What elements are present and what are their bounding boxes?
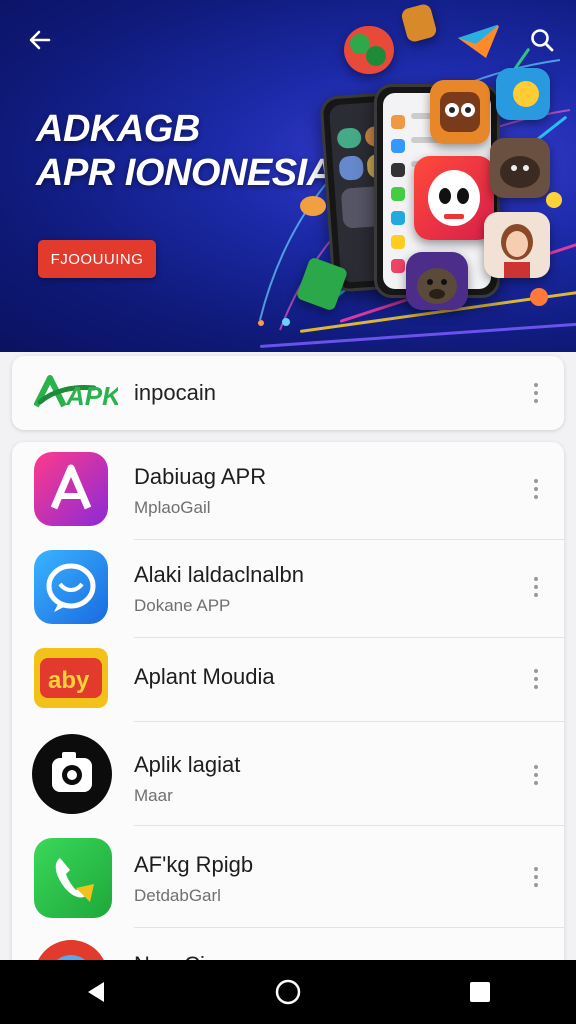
app-name: Dabiuag APR [134,464,267,489]
list-item[interactable]: Aplik lagiat Maar [12,722,564,826]
search-icon [531,29,554,52]
nav-home-button[interactable] [258,962,318,1022]
animal-sticker [406,252,468,310]
phone-icon [34,838,112,918]
hero-banner: ADKAGB APR IONONESIA FJOOUUING [0,0,576,352]
more-menu-icon[interactable] [526,762,546,788]
app-name: Aplant Moudia [134,664,275,689]
banner-cta-button[interactable]: FJOOUUING [38,240,156,278]
decor-dot [258,320,264,326]
fruit-sticker [344,26,394,74]
banner-title-line1: ADKAGB [36,108,200,150]
back-button[interactable] [22,22,58,58]
arrow-left-icon [29,30,51,50]
banner-title-line2: APR IONONESIA [36,152,334,194]
dog-sticker [490,138,550,198]
aby-logo-icon: aby [34,648,108,708]
system-nav-bar [0,960,576,1024]
svg-text:aby: aby [48,667,90,694]
decor-dot [546,192,562,208]
ghost-sticker [414,156,494,240]
search-button[interactable] [524,22,560,58]
svg-text:APK: APK [65,381,118,411]
nav-recents-button[interactable] [450,962,510,1022]
app-name: AF'kg Rpigb [134,852,254,877]
chat-shield-icon [34,550,108,624]
app-subtitle: Dokane APP [134,596,231,615]
app-name: Alaki laldaclnalbn [134,562,304,587]
app-name: Aplik lagiat [134,752,241,777]
more-menu-icon[interactable] [526,666,546,692]
more-menu-icon[interactable] [526,574,546,600]
list-item[interactable]: Dabiuag APR MplaoGail [12,442,564,540]
circle-home-icon [275,979,301,1005]
person-sticker [484,212,550,278]
robot-sticker [430,80,490,144]
gift-sticker [400,2,438,44]
header-more-menu-icon[interactable] [526,380,546,406]
app-subtitle: MplaoGail [134,498,211,517]
blue-app-sticker [496,68,550,120]
decor-dot [300,196,326,216]
app-list: Dabiuag APR MplaoGail Alaki laldaclnalbn… [12,442,564,1002]
list-item[interactable]: aby Aplant Moudia [12,638,564,722]
more-menu-icon[interactable] [526,476,546,502]
more-menu-icon[interactable] [526,864,546,890]
header-title: inpocain [134,380,216,405]
triangle-back-icon [88,982,104,1002]
list-item[interactable]: AF'kg Rpigb DetdabGarl [12,826,564,928]
apk-logo: APK [33,372,123,417]
nav-back-button[interactable] [66,962,126,1022]
letter-a-icon [34,452,108,526]
square-recents-icon [470,982,490,1002]
decor-dot [282,318,290,326]
app-subtitle: Maar [134,786,173,805]
list-item[interactable]: Alaki laldaclnalbn Dokane APP [12,540,564,638]
decor-dot [530,288,548,306]
source-header-card[interactable]: APK inpocain [12,356,564,430]
app-subtitle: DetdabGarl [134,886,221,905]
camera-icon [32,734,112,814]
paper-plane-sticker [456,20,502,60]
